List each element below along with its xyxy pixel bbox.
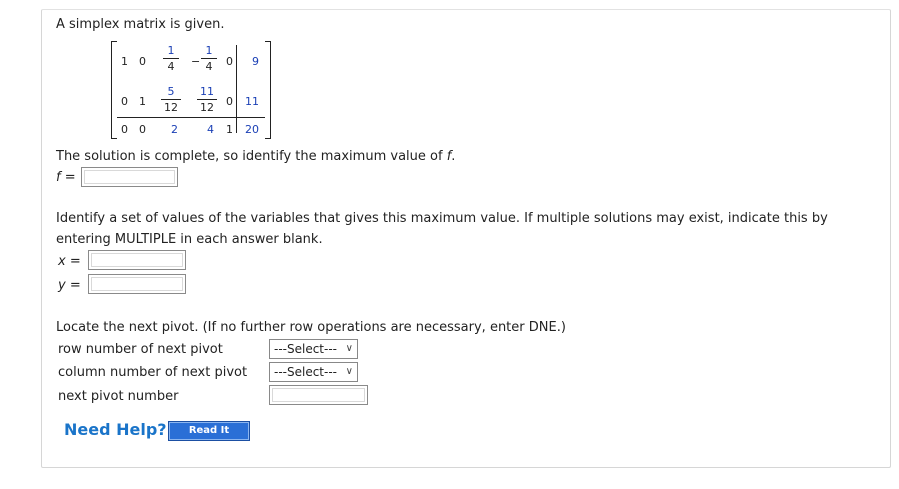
matrix-cell: 9 [252,55,259,68]
f-answer-input[interactable] [81,167,178,187]
variables-instructions-line1: Identify a set of values of the variable… [56,211,828,226]
matrix-cell: 0 [226,95,233,108]
y-answer-input[interactable] [88,274,186,294]
x-answer-input[interactable] [88,250,186,270]
x-label: x = [58,254,81,269]
fraction-numerator: 1 [205,44,213,57]
matrix-objective-line [117,117,265,118]
chevron-down-icon: ∨ [345,343,353,354]
row-pivot-select-value: ---Select--- [274,342,337,356]
fraction-denominator: 12 [164,101,178,114]
read-it-button[interactable]: Read It [168,421,250,441]
fraction-numerator: 5 [167,85,175,98]
matrix-cell: 1 [226,123,233,136]
f-variable: f [446,149,452,164]
fraction-denominator: 4 [205,60,213,73]
pivot-instructions: Locate the next pivot. (If no further ro… [56,320,566,335]
fraction-denominator: 4 [167,60,175,73]
need-help-label: Need Help? [64,420,167,439]
matrix-augment-line [236,45,237,133]
matrix-cell: 11 [245,95,259,108]
matrix-cell: 0 [139,55,146,68]
solution-text: The solution is complete, so identify th… [56,149,456,164]
f-label: f = [56,170,76,185]
chevron-down-icon: ∨ [345,366,353,377]
intro-text: A simplex matrix is given. [56,17,225,32]
fraction-numerator: 1 [167,44,175,57]
variables-instructions-line2: entering MULTIPLE in each answer blank. [56,232,323,247]
column-pivot-select-value: ---Select--- [274,365,337,379]
row-pivot-label: row number of next pivot [58,342,223,357]
matrix-fraction: 5 12 [159,86,183,114]
next-pivot-input[interactable] [269,385,368,405]
matrix-cell: 0 [226,55,233,68]
matrix-cell: 0 [121,123,128,136]
matrix-fraction: 11 12 [195,86,219,114]
matrix-left-bracket [111,41,117,139]
column-pivot-select[interactable]: ---Select--- ∨ [269,362,358,382]
matrix-cell: 1 [139,95,146,108]
matrix-fraction: 1 4 [199,45,219,73]
next-pivot-label: next pivot number [58,389,179,404]
matrix-cell: 0 [139,123,146,136]
matrix-cell: 1 [121,55,128,68]
row-pivot-select[interactable]: ---Select--- ∨ [269,339,358,359]
simplex-matrix: 1 0 1 4 − 1 4 0 9 0 1 5 12 11 12 0 11 0 … [111,41,271,139]
matrix-right-bracket [265,41,271,139]
matrix-cell: 2 [171,123,178,136]
matrix-fraction: 1 4 [161,45,181,73]
solution-text-body: The solution is complete, so identify th… [56,149,443,164]
matrix-cell: 20 [245,123,259,136]
y-label: y = [58,278,81,293]
fraction-numerator: 11 [200,85,214,98]
column-pivot-label: column number of next pivot [58,365,248,380]
matrix-cell: 4 [207,123,214,136]
matrix-cell: 0 [121,95,128,108]
fraction-denominator: 12 [200,101,214,114]
